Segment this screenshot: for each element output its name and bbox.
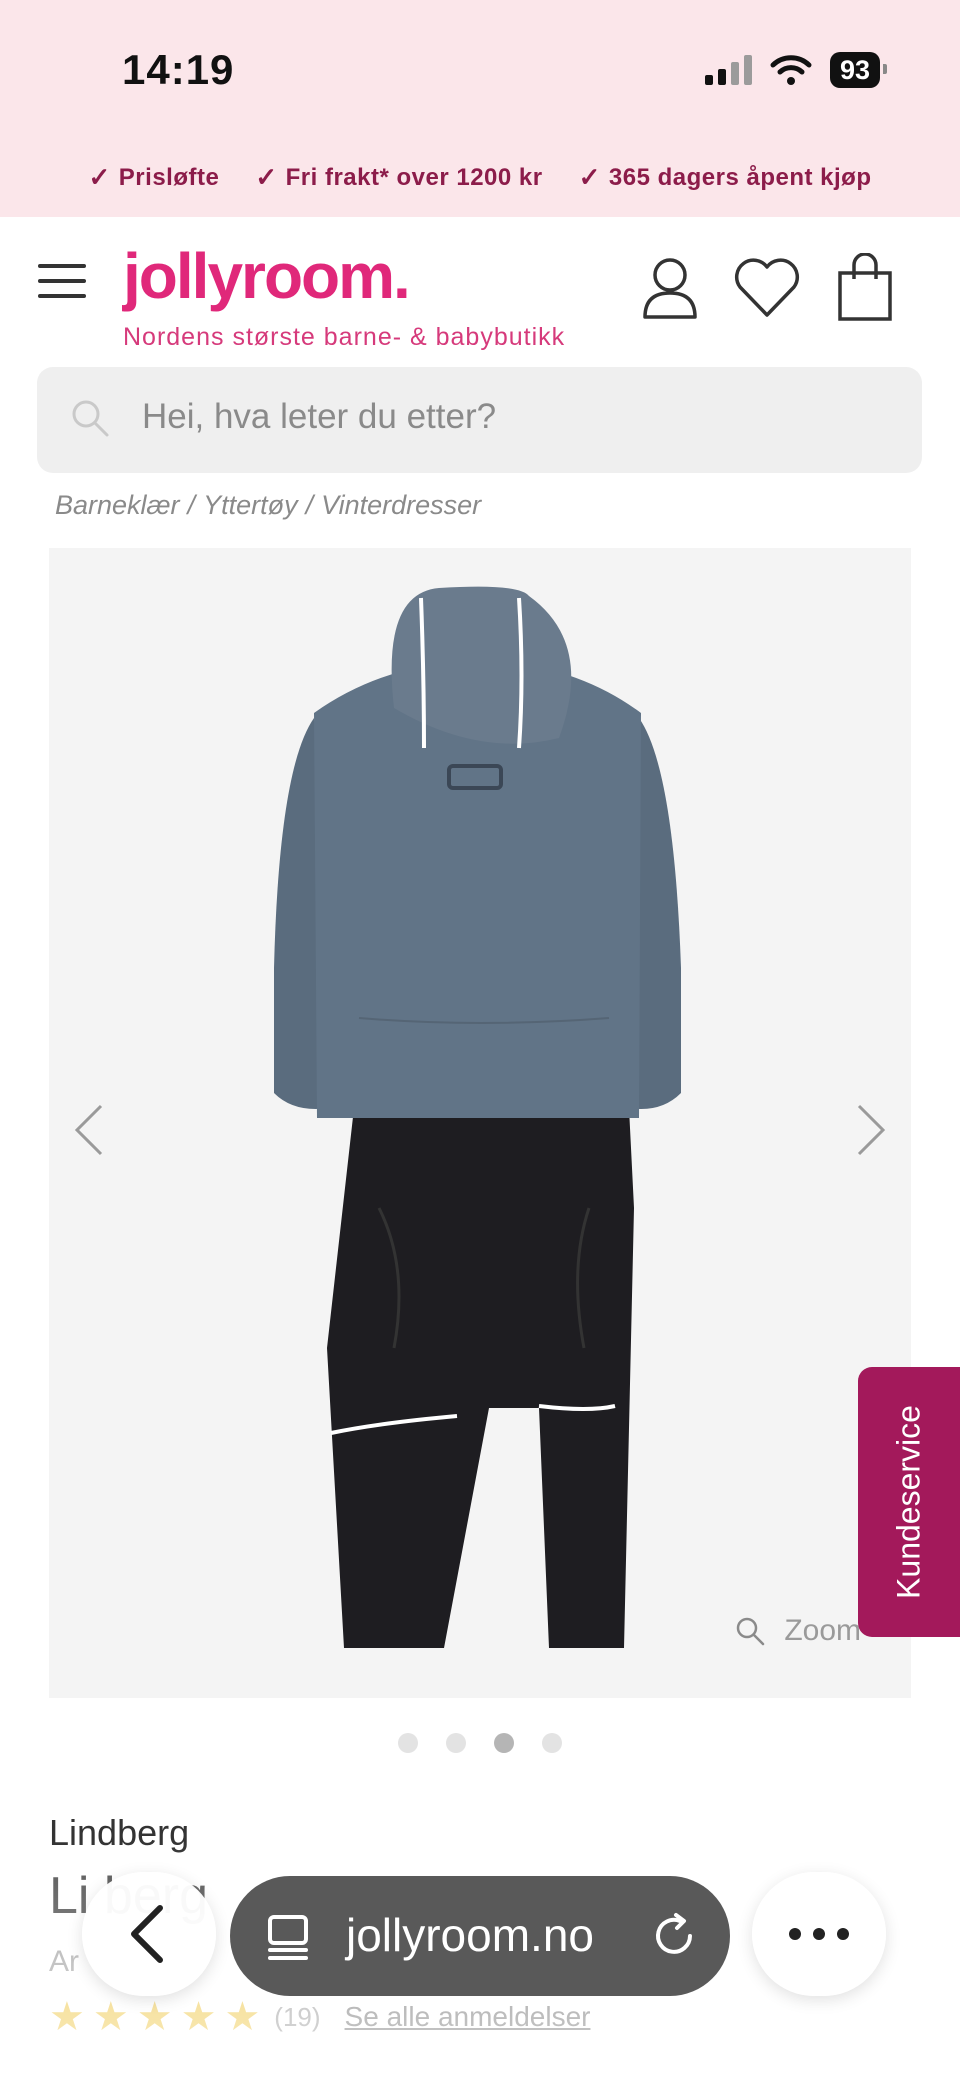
zoom-label: Zoom: [784, 1614, 861, 1647]
search-input[interactable]: Hei, hva leter du etter?: [37, 367, 922, 473]
next-image-arrow-icon[interactable]: [851, 1100, 891, 1160]
previous-image-arrow-icon[interactable]: [69, 1100, 109, 1160]
gallery-dot-active[interactable]: [494, 1733, 514, 1753]
cellular-signal-icon: [704, 55, 752, 85]
gallery-dot[interactable]: [446, 1733, 466, 1753]
breadcrumb-item[interactable]: Barneklær: [55, 490, 180, 521]
star-icon: ★: [180, 1995, 217, 2039]
reload-icon[interactable]: [650, 1912, 698, 1960]
status-icons: 93: [704, 52, 888, 88]
product-brand[interactable]: Lindberg: [49, 1812, 189, 1854]
browser-more-button[interactable]: [752, 1872, 886, 1996]
zoom-button[interactable]: Zoom: [734, 1614, 861, 1648]
usp-item: ✓ Fri frakt* over 1200 kr: [255, 162, 543, 192]
site-header: jollyroom. Nordens største barne- & baby…: [0, 217, 960, 367]
status-time: 14:19: [122, 46, 235, 93]
star-icon: ★: [49, 1995, 85, 2039]
browser-url: jollyroom.no: [346, 1909, 594, 1961]
search-placeholder: Hei, hva leter du etter?: [142, 397, 497, 436]
logo[interactable]: jollyroom.: [123, 239, 411, 313]
product-rating: ★ ★ ★ ★ ★ (19) Se alle anmeldelser: [49, 1994, 590, 2040]
browser-address-bar[interactable]: jollyroom.no: [230, 1876, 730, 1996]
breadcrumb-item[interactable]: Vinterdresser: [321, 490, 481, 521]
search-icon: [72, 400, 109, 437]
breadcrumb: Barneklær / Yttertøy / Vinterdresser: [55, 490, 482, 521]
article-number: Ar: [49, 1945, 79, 1978]
chevron-left-icon: [131, 1905, 163, 1963]
cart-bag-icon[interactable]: [835, 253, 895, 323]
star-icon: ★: [136, 1995, 173, 2039]
battery-indicator: 93: [829, 52, 888, 88]
checkmark-icon: ✓: [88, 162, 111, 192]
checkmark-icon: ✓: [255, 162, 278, 192]
product-image-gallery[interactable]: Zoom: [49, 548, 911, 1698]
see-all-reviews-link[interactable]: Se alle anmeldelser: [345, 2001, 591, 2033]
more-options-icon: [789, 1928, 849, 1940]
gallery-dot[interactable]: [542, 1733, 562, 1753]
account-icon[interactable]: [640, 253, 700, 323]
usp-item: ✓ 365 dagers åpent kjøp: [578, 162, 872, 192]
wifi-icon: [770, 55, 812, 85]
star-icon: ★: [92, 1995, 129, 2039]
gallery-pagination: [0, 1733, 960, 1753]
tagline: Nordens største barne- & babybutikk: [123, 323, 566, 351]
star-icon: ★: [224, 1995, 261, 2039]
usp-item: ✓ Prisløfte: [88, 162, 220, 192]
usp-bar: ✓ Prisløfte ✓ Fri frakt* over 1200 kr ✓ 365…: [0, 162, 960, 193]
menu-icon[interactable]: [38, 264, 86, 298]
product-image: [274, 586, 681, 1648]
breadcrumb-item[interactable]: Yttertøy: [203, 490, 298, 521]
wishlist-heart-icon[interactable]: [732, 253, 802, 323]
checkmark-icon: ✓: [578, 162, 601, 192]
magnifier-icon: [737, 1617, 765, 1646]
review-count: (19): [274, 2001, 321, 2032]
tabs-icon: [268, 1915, 308, 1960]
gallery-dot[interactable]: [398, 1733, 418, 1753]
browser-back-button[interactable]: [82, 1872, 216, 1996]
customer-service-tab[interactable]: Kundeservice: [858, 1367, 960, 1637]
